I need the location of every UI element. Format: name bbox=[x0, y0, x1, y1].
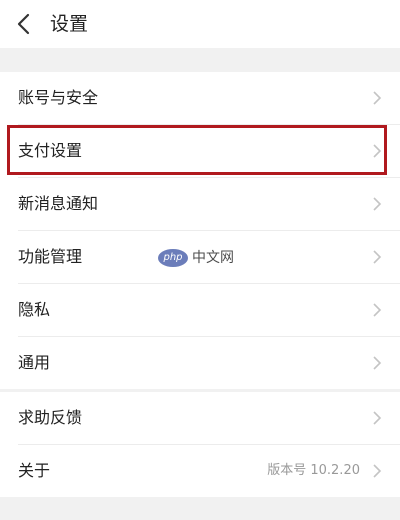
chevron-right-icon bbox=[373, 464, 382, 478]
settings-item-account-security[interactable]: 账号与安全 bbox=[0, 72, 400, 124]
watermark: php 中文网 bbox=[158, 247, 234, 269]
settings-item-label: 通用 bbox=[18, 353, 51, 372]
back-button[interactable] bbox=[10, 8, 40, 40]
settings-item-about[interactable]: 关于 版本号 10.2.20 bbox=[0, 445, 400, 497]
settings-item-label: 支付设置 bbox=[18, 141, 83, 160]
chevron-right-icon bbox=[373, 91, 382, 105]
settings-item-help-feedback[interactable]: 求助反馈 bbox=[0, 392, 400, 444]
settings-item-label: 功能管理 bbox=[18, 247, 83, 266]
chevron-right-icon bbox=[373, 197, 382, 211]
version-text: 版本号 10.2.20 bbox=[267, 463, 360, 478]
settings-item-label: 求助反馈 bbox=[18, 408, 83, 427]
chevron-right-icon bbox=[373, 356, 382, 370]
settings-item-payment[interactable]: 支付设置 bbox=[0, 125, 400, 177]
page-title: 设置 bbox=[50, 13, 89, 35]
app-header: 设置 bbox=[0, 0, 400, 48]
settings-item-notifications[interactable]: 新消息通知 bbox=[0, 178, 400, 230]
chevron-right-icon bbox=[373, 303, 382, 317]
settings-item-label: 新消息通知 bbox=[18, 194, 99, 213]
chevron-right-icon bbox=[373, 411, 382, 425]
settings-group-support: 求助反馈 关于 版本号 10.2.20 bbox=[0, 392, 400, 497]
chevron-right-icon bbox=[373, 144, 382, 158]
watermark-text: 中文网 bbox=[192, 250, 234, 266]
settings-item-general[interactable]: 通用 bbox=[0, 337, 400, 389]
settings-item-label: 关于 bbox=[18, 461, 51, 480]
settings-item-privacy[interactable]: 隐私 bbox=[0, 284, 400, 336]
settings-group-main: 账号与安全 支付设置 新消息通知 功能管理 隐私 通用 bbox=[0, 72, 400, 389]
chevron-left-icon bbox=[17, 13, 30, 35]
settings-item-label: 账号与安全 bbox=[18, 88, 99, 107]
php-logo-icon: php bbox=[158, 249, 188, 267]
chevron-right-icon bbox=[373, 250, 382, 264]
settings-item-label: 隐私 bbox=[18, 300, 51, 319]
